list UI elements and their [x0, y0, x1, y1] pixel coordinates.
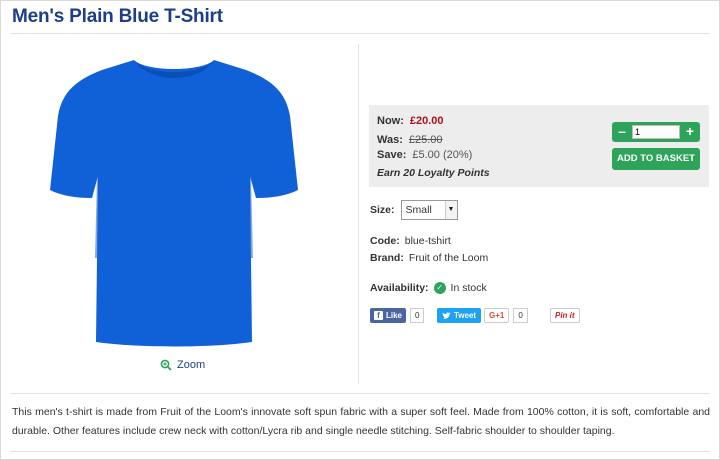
- tshirt-image: [50, 60, 298, 347]
- save-row: Save: £5.00 (20%): [377, 149, 472, 161]
- now-price: £20.00: [409, 115, 444, 127]
- product-code: Code: blue-tshirt: [370, 235, 451, 247]
- product-brand: Brand: Fruit of the Loom: [370, 252, 488, 264]
- quantity-increase-button[interactable]: +: [680, 122, 700, 142]
- bottom-divider: [10, 451, 710, 452]
- description-divider: [10, 393, 710, 394]
- page-title: Men's Plain Blue T-Shirt: [12, 6, 223, 27]
- size-selected-value: Small: [405, 204, 432, 216]
- dropdown-arrow-icon: ▼: [444, 201, 457, 219]
- availability-status: In stock: [450, 282, 487, 294]
- brand-label: Brand:: [370, 252, 404, 264]
- save-amount: £5.00 (20%): [412, 149, 473, 161]
- was-label: Was:: [377, 134, 403, 146]
- google-plus-count: 0: [513, 308, 528, 323]
- tweet-button[interactable]: Tweet: [437, 308, 482, 323]
- facebook-like: f Like 0: [370, 308, 425, 323]
- product-description: This men's t-shirt is made from Fruit of…: [12, 406, 710, 437]
- code-value: blue-tshirt: [404, 235, 451, 247]
- magnifier-icon: [160, 359, 172, 371]
- column-divider: [358, 44, 359, 384]
- zoom-label: Zoom: [177, 359, 206, 371]
- facebook-like-button[interactable]: f Like: [370, 308, 407, 323]
- twitter-share: Tweet: [437, 308, 482, 323]
- add-to-basket-button[interactable]: ADD TO BASKET: [612, 148, 700, 170]
- zoom-link[interactable]: Zoom: [160, 359, 205, 371]
- now-price-row: Now: £20.00: [377, 115, 444, 127]
- facebook-icon: f: [374, 311, 383, 320]
- now-label: Now:: [377, 115, 404, 127]
- was-price-row: Was: £25.00: [377, 134, 443, 146]
- tweet-label: Tweet: [454, 311, 477, 320]
- quantity-decrease-button[interactable]: –: [612, 122, 632, 142]
- quantity-stepper: – +: [612, 122, 700, 142]
- price-panel: Now: £20.00 Was: £25.00 Save: £5.00 (20%…: [369, 105, 709, 187]
- loyalty-points: Earn 20 Loyalty Points: [377, 167, 490, 179]
- like-label: Like: [386, 311, 403, 320]
- check-icon: ✓: [433, 282, 446, 294]
- save-label: Save:: [377, 149, 407, 161]
- google-plus-share: G+1 0: [484, 308, 528, 323]
- availability: Availability: ✓ In stock: [370, 282, 487, 294]
- pinterest-share: Pin it: [550, 308, 580, 323]
- availability-label: Availability:: [370, 282, 429, 294]
- brand-value: Fruit of the Loom: [408, 252, 489, 264]
- code-label: Code:: [370, 235, 400, 247]
- size-label: Size:: [370, 204, 395, 216]
- size-select[interactable]: Small ▼: [400, 200, 458, 220]
- was-price: £25.00: [408, 134, 443, 146]
- twitter-bird-icon: [442, 312, 451, 319]
- product-image[interactable]: [14, 44, 344, 354]
- title-divider: [10, 33, 710, 34]
- pin-it-button[interactable]: Pin it: [550, 308, 580, 323]
- quantity-input[interactable]: [632, 125, 680, 139]
- google-plus-button[interactable]: G+1: [484, 308, 510, 323]
- like-count: 0: [410, 308, 425, 323]
- size-option: Size: Small ▼: [370, 200, 458, 220]
